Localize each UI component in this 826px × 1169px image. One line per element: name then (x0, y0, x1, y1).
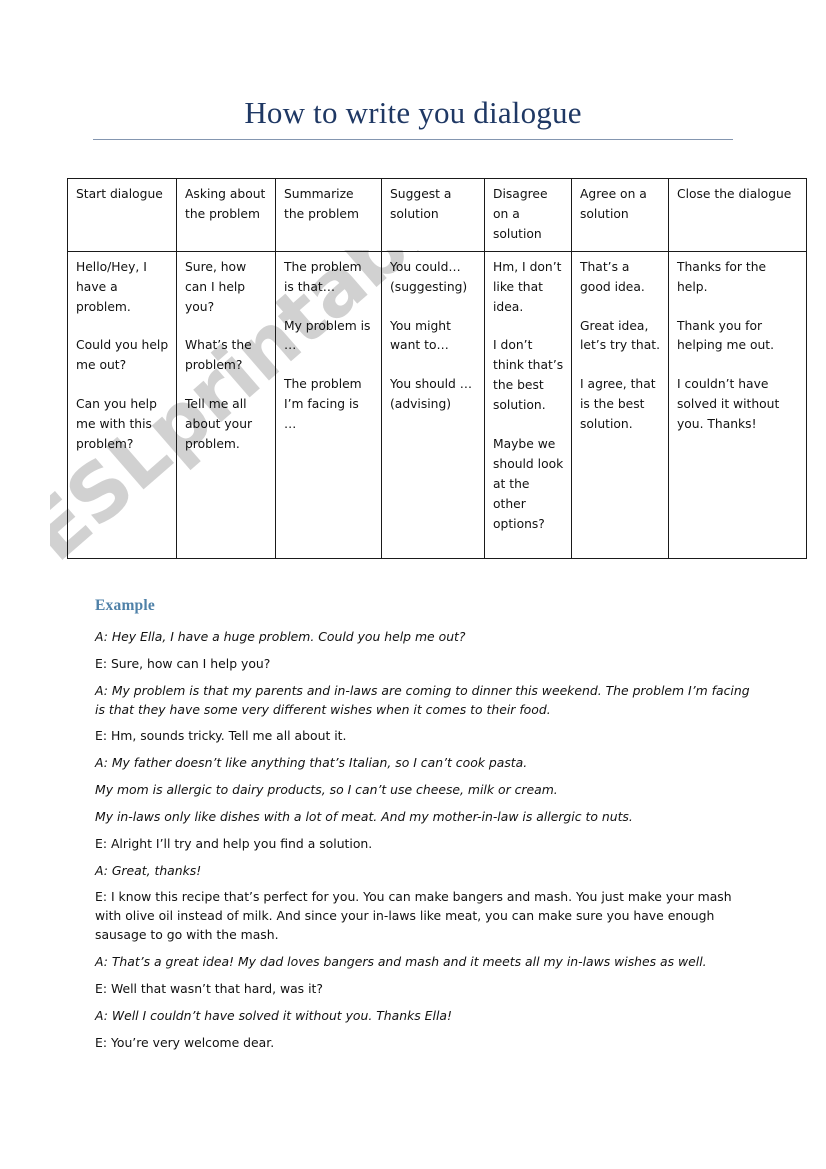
dialogue-phrase-table: Start dialogue Asking about the problem … (67, 178, 807, 559)
dialogue-line: A: Great, thanks! (95, 862, 202, 878)
table-body-cell-2: The problem is that… My problem is … The… (275, 250, 382, 559)
table-body-cell-1: Sure, how can I help you? What’s the pro… (176, 250, 276, 559)
dialogue-line: A: Well I couldn’t have solved it withou… (95, 1007, 452, 1023)
phrase-item: What’s the problem? (185, 338, 252, 373)
phrase-item: Sure, how can I help you? (185, 259, 247, 314)
phrase-item: Thank you for helping me out. (677, 318, 775, 353)
phrase-item: The problem I’m facing is … (284, 377, 362, 432)
dialogue-line: A: That’s a great idea! My dad loves ban… (95, 953, 707, 969)
phrase-item: You could… (suggesting) (390, 259, 468, 294)
table-header-cell-4: Disagree on a solution (484, 178, 572, 252)
title-divider (93, 139, 733, 141)
table-header-cell-3: Suggest a solution (381, 178, 485, 252)
phrase-item: I don’t think that’s the best solution. (493, 338, 564, 413)
dialogue-line: A: My problem is that my parents and in-… (95, 682, 750, 717)
dialogue-line: My in-laws only like dishes with a lot o… (95, 808, 633, 824)
phrase-item: You should … (advising) (390, 377, 473, 412)
table-body-cell-0: Hello/Hey, I have a problem. Could you h… (67, 250, 177, 559)
table-body-cell-6: Thanks for the help. Thank you for helpi… (668, 250, 807, 559)
phrase-item: My problem is … (284, 318, 371, 353)
table-header-cell-0: Start dialogue (67, 178, 177, 252)
dialogue-line: A: Hey Ella, I have a huge problem. Coul… (95, 629, 466, 644)
phrase-item: Hello/Hey, I have a problem. (76, 259, 147, 314)
phrase-item: Maybe we should look at the other option… (493, 437, 564, 531)
phrase-item: Can you help me with this problem? (76, 397, 157, 452)
example-section: Example A: Hey Ella, I have a huge probl… (95, 597, 755, 1060)
dialogue-line: E: Alright I’ll try and help you find a … (95, 835, 373, 851)
dialogue-line: E: Sure, how can I help you? (95, 655, 271, 671)
dialogue-line: E: Hm, sounds tricky. Tell me all about … (95, 728, 347, 744)
table-header-cell-1: Asking about the problem (176, 178, 276, 252)
phrase-item: That’s a good idea. (580, 259, 645, 294)
title-block: How to write you dialogue (0, 95, 826, 141)
dialogue-line: E: You’re very welcome dear. (95, 1034, 275, 1050)
table-header-cell-5: Agree on a solution (571, 178, 669, 252)
page-title: How to write you dialogue (244, 95, 582, 130)
phrase-item: The problem is that… (284, 259, 362, 294)
phrase-item: I agree, that is the best solution. (580, 377, 656, 432)
dialogue-line: My mom is allergic to dairy products, so… (95, 782, 558, 798)
table-header-cell-6: Close the dialogue (668, 178, 807, 252)
dialogue-line: E: Well that wasn’t that hard, was it? (95, 980, 323, 996)
table-header-cell-2: Summarize the problem (275, 178, 382, 252)
phrase-item: I couldn’t have solved it without you. T… (677, 377, 780, 432)
dialogue-line: A: My father doesn’t like anything that’… (95, 755, 528, 771)
table-header-row: Start dialogue Asking about the problem … (67, 178, 807, 252)
table-body-cell-4: Hm, I don’t like that idea. I don’t thin… (484, 250, 572, 559)
table-body-cell-3: You could… (suggesting) You might want t… (381, 250, 485, 559)
table-body-cell-5: That’s a good idea. Great idea, let’s tr… (571, 250, 669, 559)
phrase-item: Thanks for the help. (677, 259, 767, 294)
phrase-item: Great idea, let’s try that. (580, 318, 660, 353)
example-dialogue-list: A: Hey Ella, I have a huge problem. Coul… (95, 628, 755, 1052)
phrase-item: You might want to… (390, 318, 451, 353)
example-heading: Example (95, 597, 155, 614)
phrase-item: Hm, I don’t like that idea. (493, 259, 562, 314)
phrase-item: Tell me all about your problem. (185, 397, 253, 452)
worksheet-page: ESLprintables.com How to write you dialo… (0, 0, 826, 1169)
dialogue-line: E: I know this recipe that’s perfect for… (95, 889, 732, 943)
table-body-row: Hello/Hey, I have a problem. Could you h… (67, 250, 807, 559)
phrase-item: Could you help me out? (76, 338, 169, 373)
